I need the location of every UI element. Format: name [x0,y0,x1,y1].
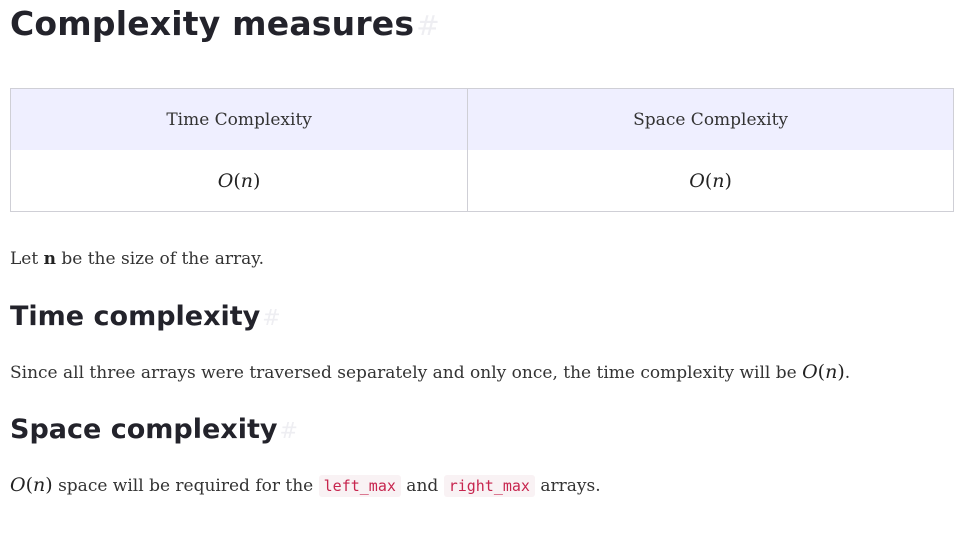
math-expression: O(n) [10,474,53,496]
space-text-2: and [400,476,444,496]
math-symbol-n: n [240,169,253,192]
math-paren-close: ) [45,474,53,496]
space-paragraph: O(n) space will be required for the left… [10,474,601,497]
math-symbol-O: O [217,169,234,192]
math-symbol-n: n [712,169,725,192]
table-row: O(n) O(n) [9,150,954,212]
math-expression: O(n) [802,361,845,383]
math-symbol-n: n [33,474,46,496]
math-paren-open: ( [25,474,33,496]
math-expression: O(n) [218,170,261,192]
time-heading-text: Time complexity [10,301,261,332]
page-title: Complexity measures# [10,3,440,47]
table-cell-space: O(n) [467,150,954,212]
math-symbol-O: O [10,474,26,496]
table-header-row: Time Complexity Space Complexity [9,88,954,150]
math-paren-open: ( [817,361,826,383]
code-left-max: left_max [318,475,401,497]
math-symbol-O: O [802,361,818,383]
math-symbol-O: O [689,169,705,192]
math-expression: O(n) [689,170,732,192]
space-heading-text: Space complexity [10,414,278,445]
math-paren-open: ( [233,169,241,192]
time-complexity-heading: Time complexity# [10,300,281,336]
page-title-text: Complexity measures [10,4,415,43]
intro-text-after: be the size of the array. [55,249,264,269]
intro-paragraph: Let n be the size of the array. [10,249,264,269]
math-paren-close: ) [724,169,732,192]
table-cell-time: O(n) [9,150,469,212]
time-paragraph: Since all three arrays were traversed se… [10,361,850,383]
math-paren-close: ) [253,169,261,192]
heading-anchor-link[interactable]: # [262,306,280,331]
intro-bold-n: n [43,249,56,269]
time-text: Since all three arrays were traversed se… [10,363,803,383]
space-text-1: space will be required for the [52,476,319,496]
table-header-space: Space Complexity [467,88,954,150]
space-text-3: arrays. [534,476,601,496]
space-complexity-heading: Space complexity# [10,413,298,449]
intro-text-before: Let [10,249,44,269]
heading-anchor-link[interactable]: # [279,419,297,444]
time-period: . [844,363,851,383]
table-header-time: Time Complexity [9,88,469,150]
code-right-max: right_max [443,475,535,497]
complexity-table: Time Complexity Space Complexity O(n) O(… [9,88,954,212]
math-paren-close: ) [837,361,845,383]
math-symbol-n: n [825,361,838,383]
heading-anchor-link[interactable]: # [416,9,440,42]
